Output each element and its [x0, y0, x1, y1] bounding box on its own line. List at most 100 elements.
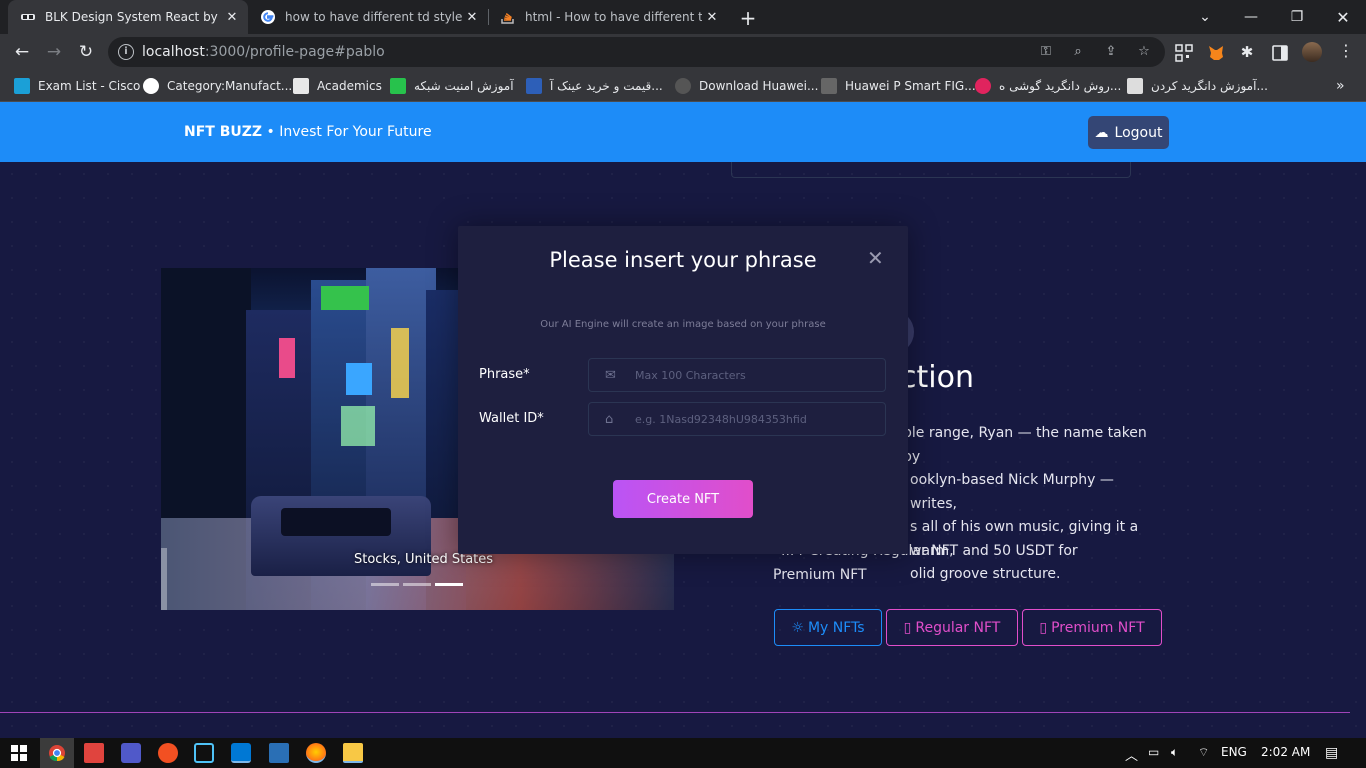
google-favicon-icon: [261, 10, 275, 24]
wikipedia-icon: [143, 78, 159, 94]
academics-icon: [293, 78, 309, 94]
partially-hidden-input: [731, 162, 1131, 178]
bookmark-item[interactable]: آموزش امنیت شبکه: [390, 77, 514, 95]
tab-search-icon[interactable]: ⌄: [1182, 0, 1228, 34]
huawei-icon: [675, 78, 691, 94]
tab-title: how to have different td styles in ...: [285, 10, 462, 24]
language-indicator[interactable]: ENG: [1221, 745, 1247, 759]
file-explorer-icon[interactable]: [343, 743, 363, 763]
neon-sign: [391, 328, 409, 398]
bookmark-icon: ▯: [903, 619, 912, 636]
cisco-icon: [14, 78, 30, 94]
bookmark-star-icon[interactable]: ☆: [1136, 44, 1152, 60]
phrase-field[interactable]: ✉: [588, 358, 886, 392]
bookmark-item[interactable]: آموزش دانگرید کردن...: [1127, 77, 1268, 95]
neon-sign: [346, 363, 372, 395]
windows-start-icon[interactable]: [9, 743, 29, 763]
carousel-indicator-active[interactable]: [435, 583, 463, 586]
close-tab-icon[interactable]: ✕: [462, 10, 482, 25]
create-nft-button[interactable]: Create NFT: [613, 480, 753, 518]
crosswalk: [161, 548, 221, 610]
bookmark-item[interactable]: Download Huawei...: [675, 77, 818, 95]
downgrade-tutorial-icon: [1127, 78, 1143, 94]
bookmarks-bar: Exam List - Cisco Category:Manufact... A…: [0, 70, 1366, 102]
battery-icon[interactable]: ▭: [1148, 745, 1159, 759]
wifi-icon[interactable]: ⌔: [1198, 745, 1209, 760]
tab-title: html - How to have different table ...: [525, 10, 702, 24]
bookmark-item[interactable]: Huawei P Smart FIG...: [821, 77, 976, 95]
reload-icon[interactable]: ↻: [74, 40, 98, 64]
phrase-input[interactable]: [635, 359, 875, 391]
profile-avatar[interactable]: [1302, 42, 1322, 62]
minimize-icon[interactable]: —: [1228, 0, 1274, 34]
back-arrow-icon[interactable]: ←: [10, 40, 34, 64]
anydesk-icon[interactable]: [84, 743, 104, 763]
eyewear-shop-icon: [526, 78, 542, 94]
url-text[interactable]: localhost:3000/profile-page#pablo: [142, 44, 385, 60]
wallet-field[interactable]: ⌂: [588, 402, 886, 436]
tab-td-styles[interactable]: how to have different td styles in ... ✕: [248, 0, 488, 34]
chevron-up-icon[interactable]: ︿: [1125, 745, 1138, 764]
carousel-indicator[interactable]: [371, 583, 399, 586]
downgrade-guide-icon: [975, 78, 991, 94]
bookmarks-overflow-icon[interactable]: »: [1336, 77, 1345, 95]
window-close-icon[interactable]: ✕: [1320, 0, 1366, 34]
neon-sign: [321, 286, 369, 310]
chrome-taskbar-icon[interactable]: [40, 738, 74, 768]
zoom-icon[interactable]: ⌕: [1070, 44, 1086, 60]
site-brand[interactable]: NFT BUZZ • Invest For Your Future: [184, 124, 432, 140]
tab-title: BLK Design System React by Creative Tim: [45, 10, 222, 24]
share-icon[interactable]: ⇪: [1103, 44, 1119, 60]
side-panel-icon[interactable]: [1271, 44, 1289, 62]
restore-icon[interactable]: ❐: [1274, 0, 1320, 34]
address-bar[interactable]: i localhost:3000/profile-page#pablo ⚿ ⌕ …: [108, 37, 1165, 67]
bookmark-item[interactable]: Category:Manufact...: [143, 77, 292, 95]
firefox-icon[interactable]: [306, 743, 326, 763]
bookmark-icon: ▯: [1039, 619, 1048, 636]
close-tab-icon[interactable]: ✕: [222, 10, 242, 25]
neon-sign: [279, 338, 295, 378]
stackoverflow-favicon-icon: [501, 13, 514, 24]
tab-stackoverflow[interactable]: html - How to have different table ... ✕: [488, 0, 728, 34]
site-info-icon[interactable]: i: [118, 44, 134, 60]
bank-icon: ⌂: [605, 412, 614, 427]
3d-viewer-icon[interactable]: [194, 743, 214, 763]
wallet-input[interactable]: [635, 403, 875, 435]
section-title: ction: [900, 360, 974, 395]
footer-divider: [0, 712, 1350, 713]
qr-code-icon[interactable]: [1175, 44, 1193, 62]
bookmark-item[interactable]: Academics: [293, 77, 382, 95]
vscode-icon[interactable]: [231, 743, 251, 763]
phrase-modal: Please insert your phrase ✕ Our AI Engin…: [458, 226, 908, 554]
phrase-label: Phrase*: [479, 367, 530, 382]
blk-favicon-icon: [21, 14, 35, 20]
plus-icon[interactable]: +: [737, 6, 759, 30]
modal-title: Please insert your phrase: [549, 248, 817, 272]
tab-blk-design[interactable]: BLK Design System React by Creative Tim …: [8, 0, 248, 34]
carousel-indicator[interactable]: [403, 583, 431, 586]
my-nfts-button[interactable]: ☼ My NFTs: [774, 609, 882, 646]
clock[interactable]: 2:02 AM: [1261, 745, 1310, 759]
extensions-puzzle-icon[interactable]: ✱: [1239, 44, 1255, 60]
envelope-icon: ✉: [605, 368, 616, 383]
bookmark-item[interactable]: Exam List - Cisco: [14, 77, 140, 95]
metamask-fox-icon[interactable]: [1207, 44, 1225, 62]
bookmark-item[interactable]: قیمت و خرید عینک آ...: [526, 77, 663, 95]
close-icon[interactable]: ✕: [867, 246, 884, 270]
bookmark-item[interactable]: روش دانگرید گوشی ه...: [975, 77, 1121, 95]
close-tab-icon[interactable]: ✕: [702, 10, 722, 25]
notification-icon[interactable]: ▤: [1325, 745, 1338, 761]
remote-desktop-icon[interactable]: [269, 743, 289, 763]
forward-arrow-icon[interactable]: →: [42, 40, 66, 64]
speaker-icon[interactable]: 🔈︎: [1171, 745, 1178, 760]
browser-tab-strip: BLK Design System React by Creative Tim …: [0, 0, 1366, 34]
bulb-icon: ☼: [791, 619, 804, 636]
premium-nft-button[interactable]: ▯ Premium NFT: [1022, 609, 1162, 646]
regular-nft-button[interactable]: ▯ Regular NFT: [886, 609, 1018, 646]
logout-button[interactable]: ☁ Logout: [1088, 116, 1169, 149]
teams-icon[interactable]: [121, 743, 141, 763]
key-icon[interactable]: ⚿: [1038, 44, 1054, 60]
neon-sign: [341, 406, 375, 446]
kebab-menu-icon[interactable]: ⋮: [1338, 43, 1354, 59]
screen-recorder-icon[interactable]: [158, 743, 178, 763]
